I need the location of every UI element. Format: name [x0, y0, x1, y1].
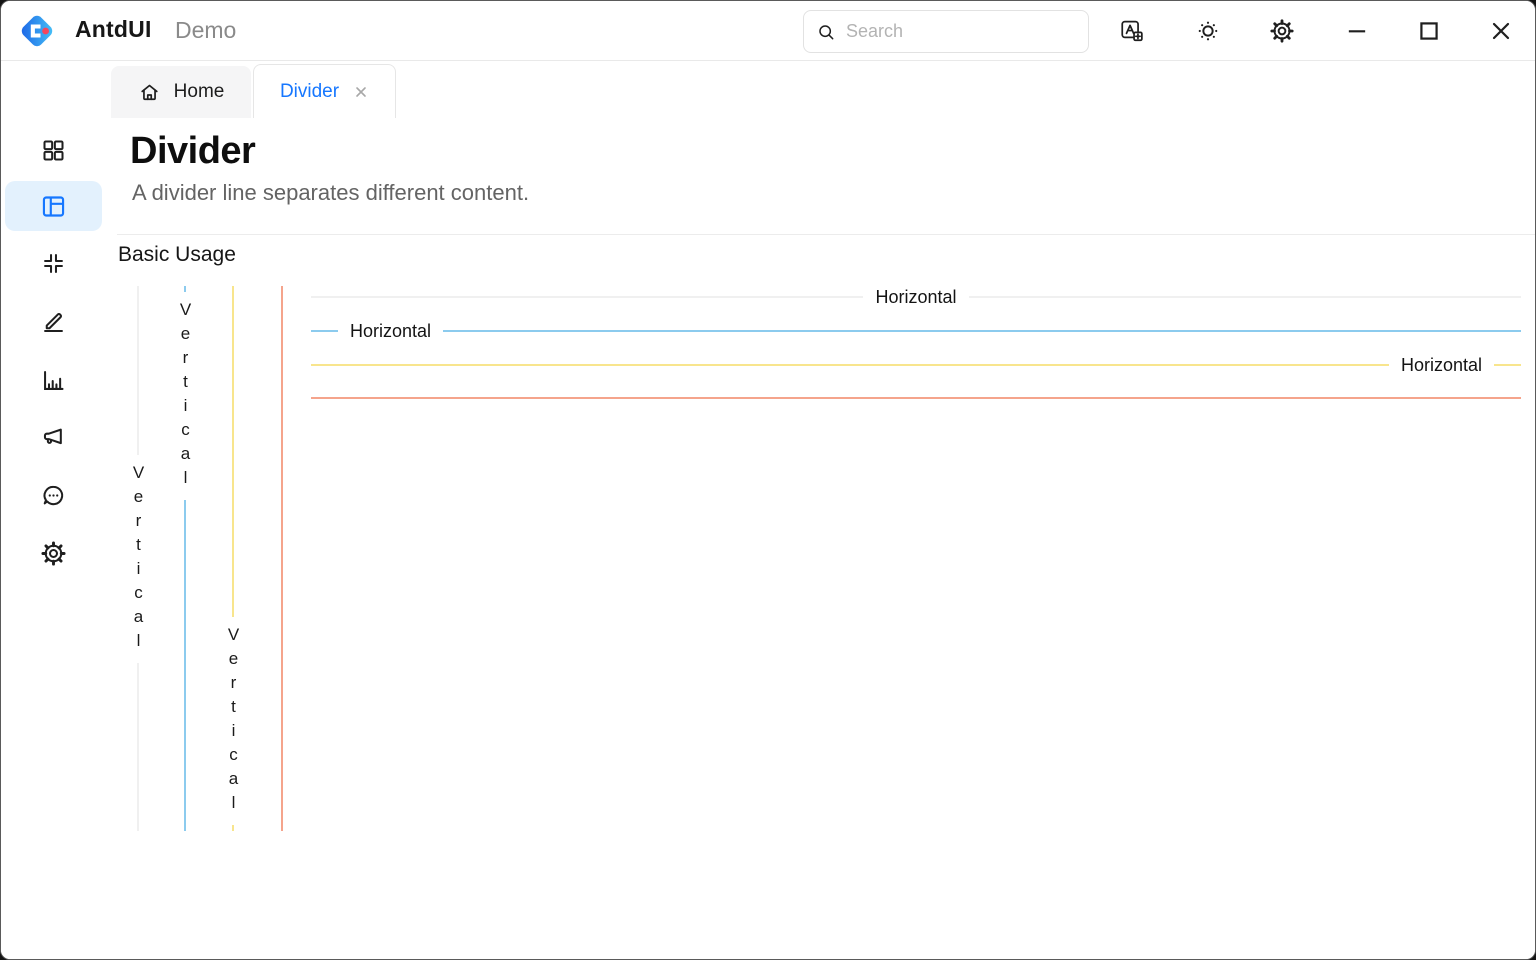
brightness-icon	[1195, 18, 1221, 44]
tab-close-icon	[353, 84, 369, 100]
translate-icon	[1119, 18, 1145, 44]
sidebar-item-message[interactable]	[33, 475, 73, 515]
tab-close-button[interactable]	[353, 84, 369, 100]
divider-line	[443, 330, 1521, 332]
tab-divider-label: Divider	[280, 81, 339, 103]
home-icon	[138, 81, 161, 104]
sidebar-item-chart[interactable]	[33, 360, 73, 400]
vertical-divider-bottom-text: Vertical	[222, 286, 244, 831]
divider-line	[311, 364, 1389, 366]
settings-button[interactable]	[1260, 11, 1304, 51]
search-input[interactable]	[844, 20, 1080, 43]
sidebar-item-edit[interactable]	[33, 301, 73, 341]
settings-icon	[1269, 18, 1295, 44]
divider-line	[281, 286, 283, 831]
bar-chart-icon	[40, 367, 67, 394]
dashboard-icon	[40, 137, 67, 164]
search-icon	[816, 22, 836, 42]
sidebar-item-settings[interactable]	[33, 533, 73, 573]
divider-line	[311, 296, 863, 298]
edit-icon	[40, 308, 67, 335]
brand-title: AntdUI	[75, 16, 152, 43]
search-box[interactable]	[803, 10, 1089, 53]
sidebar-item-dashboard[interactable]	[33, 130, 73, 170]
horizontal-divider-left-text: Horizontal	[311, 321, 1521, 341]
tab-home-label: Home	[174, 81, 225, 103]
divider-label: Vertical	[223, 625, 243, 817]
minimize-icon	[1343, 17, 1371, 45]
maximize-button[interactable]	[1407, 11, 1451, 51]
divider-demo-area: Vertical Vertical Vertical Horizonta	[105, 286, 1521, 831]
tab-divider[interactable]: Divider	[253, 64, 396, 118]
main-content: Divider A divider line separates differe…	[105, 118, 1535, 959]
shrink-icon	[40, 250, 67, 277]
antdui-logo-icon	[17, 11, 57, 51]
tab-home[interactable]: Home	[111, 66, 251, 118]
message-icon	[40, 482, 67, 509]
horizontal-divider-right-text: Horizontal	[311, 355, 1521, 375]
divider-line	[184, 286, 186, 292]
vertical-divider-plain	[271, 286, 293, 831]
divider-line	[137, 286, 139, 455]
divider-label: Vertical	[175, 300, 195, 492]
sidebar-item-layout[interactable]	[33, 186, 73, 226]
close-icon	[1487, 17, 1515, 45]
translate-button[interactable]	[1110, 11, 1154, 51]
horizontal-divider-center-text: Horizontal	[311, 287, 1521, 307]
brightness-button[interactable]	[1186, 11, 1230, 51]
page-description: A divider line separates different conte…	[132, 180, 529, 206]
minimize-button[interactable]	[1335, 11, 1379, 51]
header-divider-line	[117, 234, 1535, 235]
sidebar-item-announcement[interactable]	[33, 417, 73, 457]
divider-line	[137, 663, 139, 832]
divider-label: Horizontal	[350, 322, 431, 340]
section-title: Basic Usage	[118, 243, 236, 267]
maximize-icon	[1415, 17, 1443, 45]
divider-line	[969, 296, 1521, 298]
divider-line	[232, 286, 234, 617]
tab-bar: Home Divider	[105, 62, 1535, 118]
megaphone-icon	[40, 424, 67, 451]
product-subtitle: Demo	[175, 17, 236, 44]
horizontal-divider-plain	[311, 388, 1521, 408]
close-button[interactable]	[1479, 11, 1523, 51]
divider-line	[311, 397, 1521, 399]
divider-line	[1494, 364, 1521, 366]
divider-line	[311, 330, 338, 332]
divider-label: Horizontal	[875, 288, 956, 306]
titlebar: AntdUI Demo	[1, 1, 1535, 61]
page-title: Divider	[130, 130, 255, 173]
vertical-divider-top-text: Vertical	[174, 286, 196, 831]
sidebar	[1, 62, 105, 959]
horizontal-dividers-zone: Horizontal Horizontal Horizontal	[311, 286, 1521, 416]
layout-icon	[40, 193, 67, 220]
app-window: AntdUI Demo	[0, 0, 1536, 960]
divider-line	[184, 500, 186, 831]
divider-label: Vertical	[128, 463, 148, 655]
vertical-divider-center-text: Vertical	[127, 286, 149, 831]
divider-label: Horizontal	[1401, 356, 1482, 374]
sidebar-item-shrink[interactable]	[33, 243, 73, 283]
divider-line	[232, 825, 234, 831]
settings-icon	[40, 540, 67, 567]
